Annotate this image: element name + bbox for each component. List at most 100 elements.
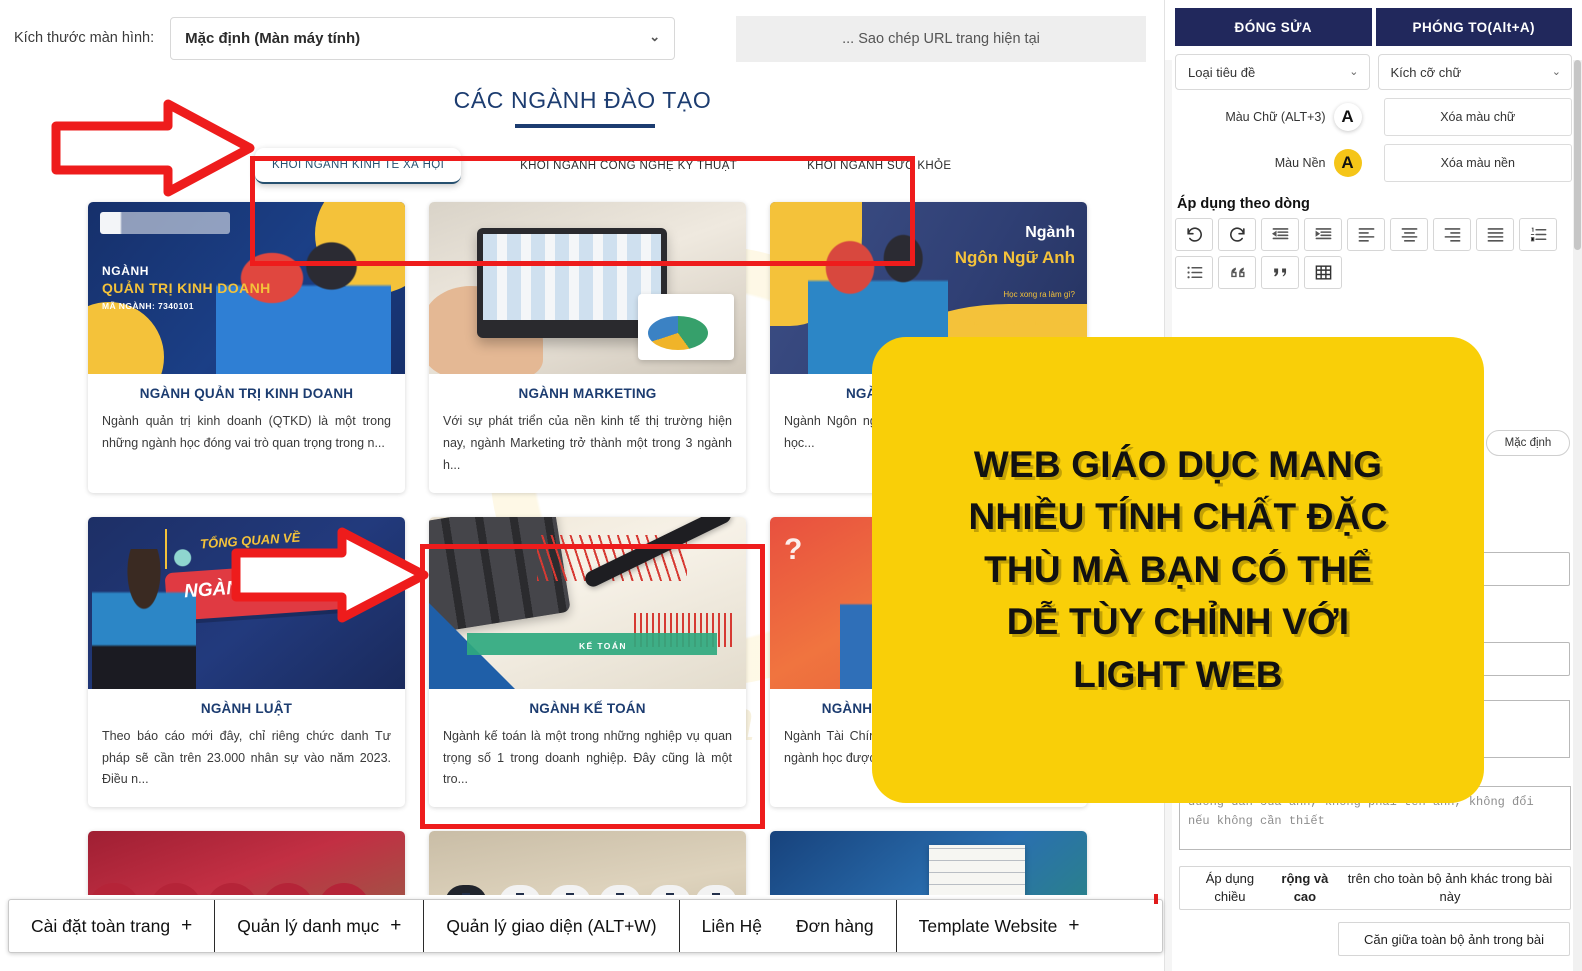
bottom-item-label: Đơn hàng	[795, 915, 874, 936]
card-image-photo-3	[770, 831, 1087, 895]
bottom-item-lien-he[interactable]: Liên Hệ	[678, 900, 784, 952]
bottom-item-cai-dat-toan-trang[interactable]: Cài đặt toàn trang +	[9, 900, 214, 952]
bg-color-row: Màu Nền A Xóa màu nền	[1165, 136, 1582, 182]
bg-color-picker[interactable]: Màu Nền A	[1175, 144, 1376, 182]
table-icon[interactable]	[1304, 256, 1342, 289]
bg-color-swatch-icon[interactable]: A	[1333, 149, 1362, 177]
plus-icon[interactable]: +	[1068, 915, 1079, 937]
quote-close-icon[interactable]	[1261, 256, 1299, 289]
bottom-item-label: Quản lý danh mục	[237, 915, 380, 936]
card-image-luat: TỔNG QUAN VỀ NGÀNH LUẬT	[88, 516, 405, 689]
card-body: NGÀNH LUẬT Theo báo cáo mới đây, chỉ riê…	[88, 689, 405, 808]
category-tabs: KHỐI NGÀNH KINH TẾ XÃ HỘI KHỐI NGÀNH CÔN…	[255, 142, 951, 190]
formatting-toolbar	[1165, 218, 1582, 289]
screen-size-select[interactable]: Mặc định (Màn máy tính) ⌄	[170, 16, 676, 60]
close-edit-button[interactable]: ĐÓNG SỬA	[1175, 8, 1372, 46]
card-image-line3: MÃ NGÀNH: 7340101	[102, 301, 194, 311]
page-title: CÁC NGÀNH ĐÀO TẠO	[453, 87, 712, 113]
editor-selects-row: Loại tiêu đề ⌄ Kích cỡ chữ ⌄	[1165, 46, 1582, 90]
card-image-line3: Học xong ra làm gì? Mức lương bao nhiêu?…	[957, 290, 1075, 327]
outdent-icon[interactable]	[1261, 218, 1299, 251]
clear-text-color-button[interactable]: Xóa màu chữ	[1383, 98, 1572, 136]
quote-open-icon[interactable]	[1218, 256, 1256, 289]
university-logo	[100, 212, 230, 234]
numbered-list-icon[interactable]	[1519, 218, 1557, 251]
chevron-down-icon: ⌄	[649, 29, 661, 45]
panel-scrollbar[interactable]	[1573, 60, 1582, 971]
card-image-line2: Ngôn Ngữ Anh	[954, 248, 1075, 267]
card-body: NGÀNH KẾ TOÁN Ngành kế toán là một trong…	[429, 689, 746, 808]
default-size-pill[interactable]: Mặc định	[1486, 430, 1570, 456]
text-color-swatch-icon[interactable]: A	[1333, 103, 1362, 131]
bottom-item-template-website[interactable]: Template Website +	[895, 894, 1158, 952]
card-description: Ngành kế toán là một trong những nghiệp …	[443, 728, 732, 787]
apply-size-post: trên cho toàn bộ ảnh khác trong bài này	[1347, 871, 1553, 904]
align-left-icon[interactable]	[1347, 218, 1385, 251]
bg-color-label: Màu Nền	[1274, 156, 1326, 170]
apply-size-bold: rộng và cao	[1281, 871, 1329, 904]
program-card[interactable]: TỔNG QUAN VỀ NGÀNH LUẬT NGÀNH LUẬT Theo …	[88, 516, 405, 808]
program-card[interactable]: KẾ TOÁN NGÀNH KẾ TOÁN Ngành kế toán là m…	[429, 516, 746, 808]
bottom-item-label: Cài đặt toàn trang	[31, 915, 171, 936]
callout-line-5: LIGHT WEB	[1073, 653, 1283, 695]
callout-line-4: DỄ TÙY CHỈNH VỚI	[1006, 601, 1350, 643]
card-body: NGÀNH MARKETING Với sự phát triển của nề…	[429, 374, 746, 493]
card-title: NGÀNH LUẬT	[200, 700, 293, 716]
program-card[interactable]	[770, 831, 1087, 895]
bottom-toolbar: Cài đặt toàn trang + Quản lý danh mục + …	[8, 894, 1163, 953]
callout-line-3: THÙ MÀ BẠN CÓ THỂ	[984, 548, 1372, 590]
indent-icon[interactable]	[1304, 218, 1342, 251]
question-mark-icon: ?	[784, 532, 803, 566]
undo-icon[interactable]	[1175, 218, 1213, 251]
redo-icon[interactable]	[1218, 218, 1256, 251]
align-right-icon[interactable]	[1433, 218, 1471, 251]
bottom-item-quan-ly-danh-muc[interactable]: Quản lý danh mục +	[214, 900, 423, 952]
screen-size-label: Kích thước màn hình:	[14, 30, 155, 46]
card-image-line1: TỔNG QUAN VỀ	[199, 529, 301, 552]
card-title: NGÀNH QUẢN TRỊ KINH DOANH	[139, 386, 354, 401]
scrollbar-thumb[interactable]	[1574, 60, 1581, 250]
program-card[interactable]: NGÀNH QUẢN TRỊ KINH DOANH MÃ NGÀNH: 7340…	[88, 202, 405, 493]
copy-url-button[interactable]: ... Sao chép URL trang hiện tại	[736, 16, 1146, 62]
plus-icon[interactable]: +	[390, 915, 401, 937]
card-body: NGÀNH QUẢN TRỊ KINH DOANH Ngành quản trị…	[88, 374, 405, 471]
clear-bg-color-button[interactable]: Xóa màu nền	[1383, 144, 1572, 182]
font-size-value: Kích cỡ chữ	[1390, 64, 1462, 80]
yellow-callout-overlay: WEB GIÁO DỤC MANG NHIỀU TÍNH CHẤT ĐẶC TH…	[872, 337, 1484, 803]
bottom-item-label: Quản lý giao diện (ALT+W)	[446, 915, 657, 936]
zoom-in-button[interactable]: PHÓNG TO(Alt+A)	[1375, 8, 1572, 46]
tab-suc-khoe[interactable]: KHỐI NGÀNH SỨC KHỎE	[790, 149, 968, 183]
bottom-item-label: Liên Hệ	[701, 915, 762, 936]
font-size-select[interactable]: Kích cỡ chữ ⌄	[1377, 54, 1572, 90]
align-justify-icon[interactable]	[1476, 218, 1514, 251]
callout-line-2: NHIỀU TÍNH CHẤT ĐẶC	[968, 496, 1388, 538]
tab-kinh-te-xa-hoi[interactable]: KHỐI NGÀNH KINH TẾ XÃ HỘI	[255, 148, 462, 184]
program-card[interactable]: NGÀNH MARKETING Với sự phát triển của nề…	[429, 202, 746, 493]
bottom-item-don-hang[interactable]: Đơn hàng	[784, 900, 896, 952]
align-center-icon[interactable]	[1390, 218, 1428, 251]
bottom-item-quan-ly-giao-dien[interactable]: Quản lý giao diện (ALT+W)	[423, 900, 678, 952]
card-title: NGÀNH MARKETING	[518, 386, 657, 401]
tab-cong-nghe-ky-thuat[interactable]: KHỐI NGÀNH CÔNG NGHỆ KỸ THUẬT	[503, 149, 754, 183]
chevron-down-icon: ⌄	[1551, 65, 1561, 78]
heading-type-value: Loại tiêu đề	[1188, 64, 1256, 80]
callout-line-1: WEB GIÁO DỤC MANG	[973, 443, 1383, 485]
text-color-picker[interactable]: Màu Chữ (ALT+3) A	[1175, 98, 1376, 136]
bullet-list-icon[interactable]	[1175, 256, 1213, 289]
bottom-item-label: Template Website	[918, 915, 1058, 936]
card-image-line1: NGÀNH	[102, 264, 149, 278]
notification-dot	[1154, 894, 1158, 904]
card-image-line1: Ngành	[1025, 224, 1075, 241]
chevron-down-icon: ⌄	[1349, 65, 1359, 78]
plus-icon[interactable]: +	[181, 915, 192, 937]
apply-size-pre: Áp dụng chiều	[1205, 871, 1255, 904]
center-all-images-button[interactable]: Căn giữa toàn bộ ảnh trong bài	[1338, 922, 1570, 956]
program-card[interactable]	[88, 831, 405, 895]
card-image-qtkd: NGÀNH QUẢN TRỊ KINH DOANH MÃ NGÀNH: 7340…	[88, 202, 405, 374]
card-image-line2: QUẢN TRỊ KINH DOANH	[102, 280, 271, 296]
title-underline	[515, 124, 655, 128]
program-card[interactable]	[429, 831, 746, 895]
heading-type-select[interactable]: Loại tiêu đề ⌄	[1175, 54, 1370, 90]
card-description: Ngành quản trị kinh doanh (QTKD) là một …	[102, 414, 391, 450]
apply-size-to-all-button[interactable]: Áp dụng chiều rộng và cao trên cho toàn …	[1179, 866, 1571, 910]
